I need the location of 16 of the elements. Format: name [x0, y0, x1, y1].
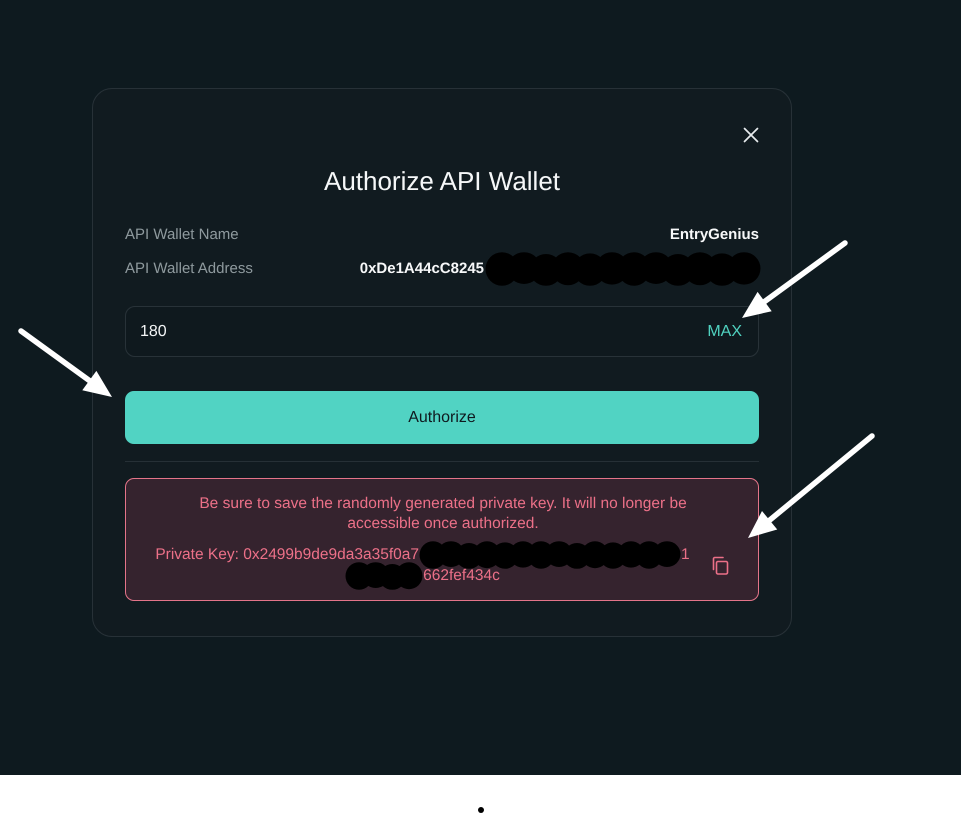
field-label: API Wallet Name: [125, 224, 239, 245]
field-value: EntryGenius: [670, 224, 759, 245]
amount-field[interactable]: 180 MAX: [125, 306, 759, 357]
dialog-title: Authorize API Wallet: [322, 165, 562, 197]
dot-icon: [478, 807, 484, 813]
private-key-text: 662fef434c: [423, 567, 500, 584]
field-value: 0xDe1A44cC8245: [360, 258, 484, 279]
warning-text: Be sure to save the randomly generated private key. It will no longer be accessible once authorized.: [198, 494, 688, 534]
copy-icon[interactable]: [711, 556, 730, 574]
field-label: API Wallet Address: [125, 258, 253, 279]
private-key-text: Private Key: 0x2499b9de9da3a35f0a7: [155, 546, 420, 563]
private-key-text: 1: [681, 546, 690, 563]
authorize-button[interactable]: Authorize: [125, 391, 759, 444]
max-button[interactable]: MAX: [707, 320, 742, 344]
close-button[interactable]: [743, 127, 759, 143]
close-icon: [743, 127, 759, 143]
